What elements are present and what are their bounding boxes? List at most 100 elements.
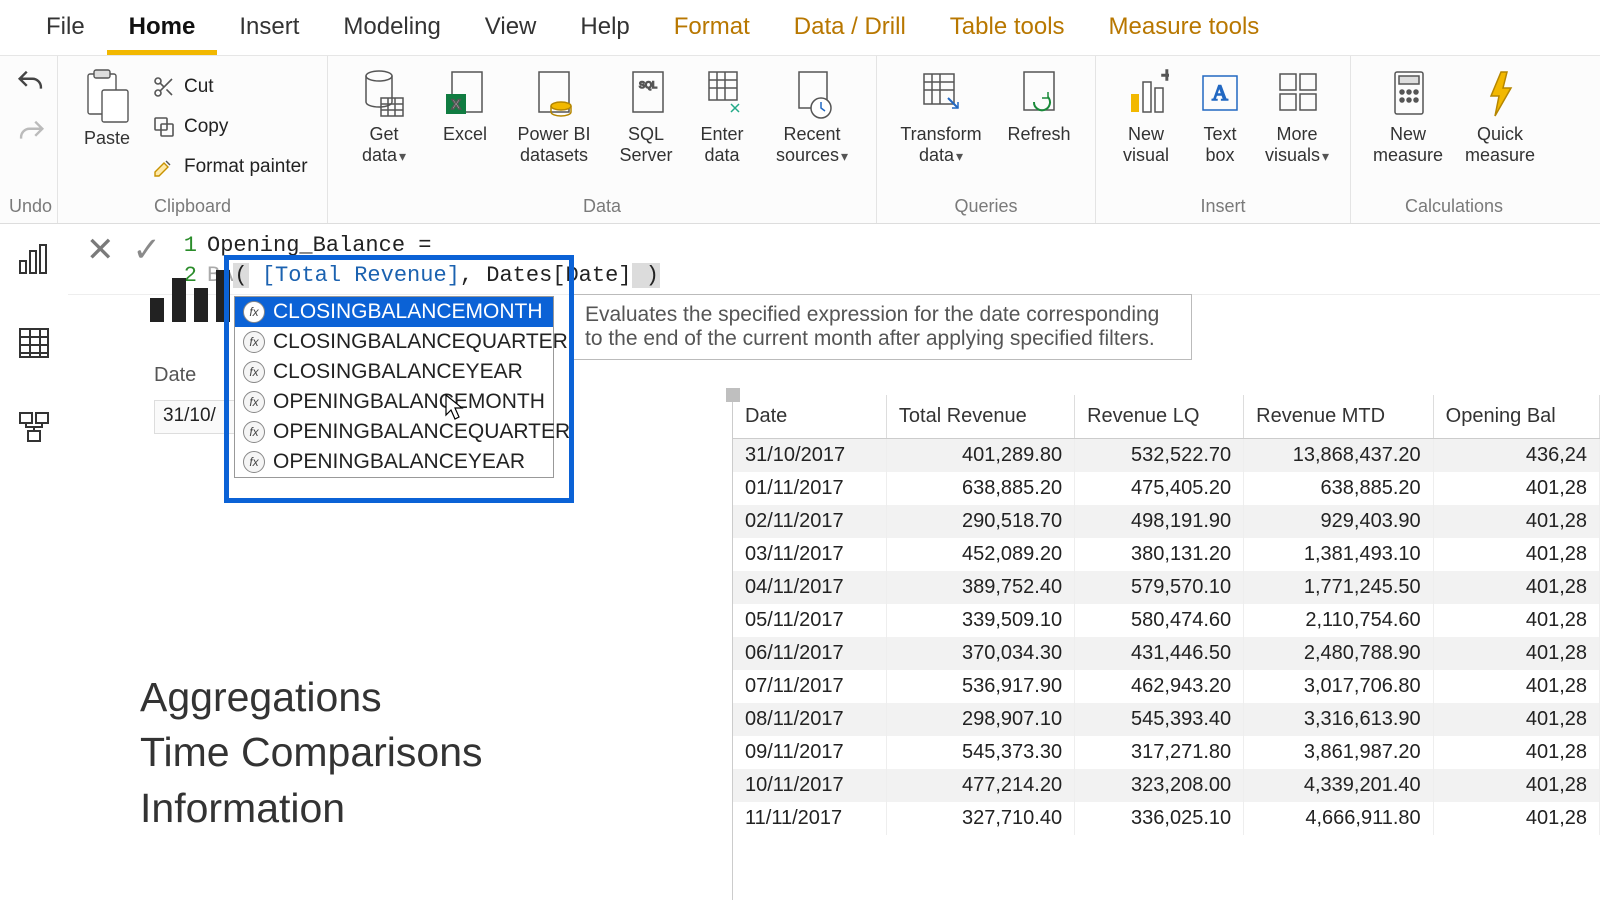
model-view-icon [16,409,52,445]
intelli-item-4[interactable]: fxOPENINGBALANCEQUARTER [235,417,553,447]
table-cell: 477,214.20 [886,769,1074,802]
recent-icon [789,68,835,120]
get-data-button[interactable]: Get data▾ [342,62,426,165]
intelli-item-2[interactable]: fx CLOSINGBALANCEYEAR [235,357,553,387]
more-visuals-button[interactable]: More visuals▾ [1258,62,1336,165]
intelli-label-5: OPENINGBALANCEYEAR [273,450,525,474]
table-row[interactable]: 04/11/2017389,752.40579,570.101,771,245.… [733,571,1600,604]
table-cell: 2,110,754.60 [1244,604,1434,637]
table-row[interactable]: 08/11/2017298,907.10545,393.403,316,613.… [733,703,1600,736]
recent-sources-button[interactable]: Recent sources▾ [762,62,862,165]
tab-modeling[interactable]: Modeling [321,1,462,55]
table-cell: 380,131.20 [1075,538,1244,571]
redo-icon[interactable] [14,116,48,150]
intelli-label-2: CLOSINGBALANCEYEAR [273,360,523,384]
data-view-icon [16,325,52,361]
commit-formula-button[interactable]: ✓ [133,233,162,267]
quick-measure-button[interactable]: Quick measure [1457,62,1543,165]
cut-button[interactable]: Cut [152,70,308,104]
tab-table-tools[interactable]: Table tools [928,1,1087,55]
format-painter-button[interactable]: Format painter [152,150,308,184]
table-cell: 339,509.10 [886,604,1074,637]
formula-arg2: Dates[Date] [486,263,631,288]
tab-measure-tools[interactable]: Measure tools [1087,1,1282,55]
table-cell: 323,208.00 [1075,769,1244,802]
function-tooltip: Evaluates the specified expression for t… [572,294,1192,360]
model-view-button[interactable] [10,403,58,451]
table-row[interactable]: 07/11/2017536,917.90462,943.203,017,706.… [733,670,1600,703]
tab-view[interactable]: View [463,1,559,55]
ribbon-tabs: File Home Insert Modeling View Help Form… [0,0,1600,56]
formula-bar[interactable]: ✕ ✓ 1Opening_Balance = 2BA( [Total Reven… [68,225,1600,295]
data-table-visual[interactable]: Date Total Revenue Revenue LQ Revenue MT… [732,395,1600,900]
table-cell: 401,28 [1433,703,1599,736]
table-row[interactable]: 10/11/2017477,214.20323,208.004,339,201.… [733,769,1600,802]
refresh-icon [1016,68,1062,120]
refresh-button[interactable]: Refresh [997,62,1081,145]
new-measure-label: New measure [1373,124,1443,165]
col-total-revenue[interactable]: Total Revenue [886,395,1074,439]
intellisense-dropdown[interactable]: fxCLOSINGBALANCEMONTH fxCLOSINGBALANCEQU… [234,296,554,478]
col-revenue-lq[interactable]: Revenue LQ [1075,395,1244,439]
col-revenue-mtd[interactable]: Revenue MTD [1244,395,1434,439]
paren-close: ) [632,263,660,288]
sql-server-button[interactable]: SQL SQL Server [610,62,682,165]
table-row[interactable]: 09/11/2017545,373.30317,271.803,861,987.… [733,736,1600,769]
calculator-icon [1385,68,1431,120]
paste-button[interactable]: Paste [72,62,142,149]
intelli-item-1[interactable]: fxCLOSINGBALANCEQUARTER [235,327,553,357]
report-view-button[interactable] [10,235,58,283]
tab-file[interactable]: File [24,1,107,55]
col-date[interactable]: Date [733,395,886,439]
table-row[interactable]: 06/11/2017370,034.30431,446.502,480,788.… [733,637,1600,670]
formula-line-1: Opening_Balance = [207,233,431,258]
enter-data-button[interactable]: Enter data [688,62,756,165]
svg-text:SQL: SQL [639,80,657,90]
table-cell: 06/11/2017 [733,637,886,670]
powerbi-datasets-button[interactable]: Power BI datasets [504,62,604,165]
copy-icon [152,115,176,139]
dax-editor[interactable]: 1Opening_Balance = 2BA( [Total Revenue],… [175,229,660,291]
table-header-row: Date Total Revenue Revenue LQ Revenue MT… [733,395,1600,439]
fx-icon: fx [243,331,265,353]
quick-measure-icon [1477,68,1523,120]
calc-group-label: Calculations [1365,192,1543,223]
fx-icon: fx [243,361,265,383]
intelli-item-3[interactable]: fxOPENINGBALANCEMONTH [235,387,553,417]
svg-text:+: + [1161,68,1169,87]
table-cell: 09/11/2017 [733,736,886,769]
new-measure-button[interactable]: New measure [1365,62,1451,165]
table-row[interactable]: 01/11/2017638,885.20475,405.20638,885.20… [733,472,1600,505]
tab-help[interactable]: Help [558,1,651,55]
cancel-formula-button[interactable]: ✕ [86,233,115,267]
intelli-item-0[interactable]: fxCLOSINGBALANCEMONTH [235,297,553,327]
table-cell: 11/11/2017 [733,802,886,835]
excel-button[interactable]: X Excel [432,62,498,145]
table-cell: 401,28 [1433,571,1599,604]
intelli-item-5[interactable]: fxOPENINGBALANCEYEAR [235,447,553,477]
tab-home[interactable]: Home [107,1,218,55]
pbi-ds-label: Power BI datasets [517,124,590,165]
copy-button[interactable]: Copy [152,110,308,144]
table-cell: 3,017,706.80 [1244,670,1434,703]
undo-icon[interactable] [14,66,48,100]
tab-insert[interactable]: Insert [217,1,321,55]
slide-line-3: Information [140,781,483,836]
tab-data-drill[interactable]: Data / Drill [772,1,928,55]
table-cell: 431,446.50 [1075,637,1244,670]
paste-icon [82,68,132,124]
table-row[interactable]: 31/10/2017401,289.80532,522.7013,868,437… [733,439,1600,473]
tab-format[interactable]: Format [652,1,772,55]
database-icon [361,68,407,120]
svg-text:A: A [1212,80,1228,105]
transform-data-button[interactable]: Transform data▾ [891,62,991,165]
table-row[interactable]: 03/11/2017452,089.20380,131.201,381,493.… [733,538,1600,571]
table-row[interactable]: 05/11/2017339,509.10580,474.602,110,754.… [733,604,1600,637]
text-box-button[interactable]: A Text box [1188,62,1252,165]
data-view-button[interactable] [10,319,58,367]
col-opening-bal[interactable]: Opening Bal [1433,395,1599,439]
table-row[interactable]: 11/11/2017327,710.40336,025.104,666,911.… [733,802,1600,835]
new-visual-button[interactable]: + New visual [1110,62,1182,165]
enter-data-icon [699,68,745,120]
table-row[interactable]: 02/11/2017290,518.70498,191.90929,403.90… [733,505,1600,538]
